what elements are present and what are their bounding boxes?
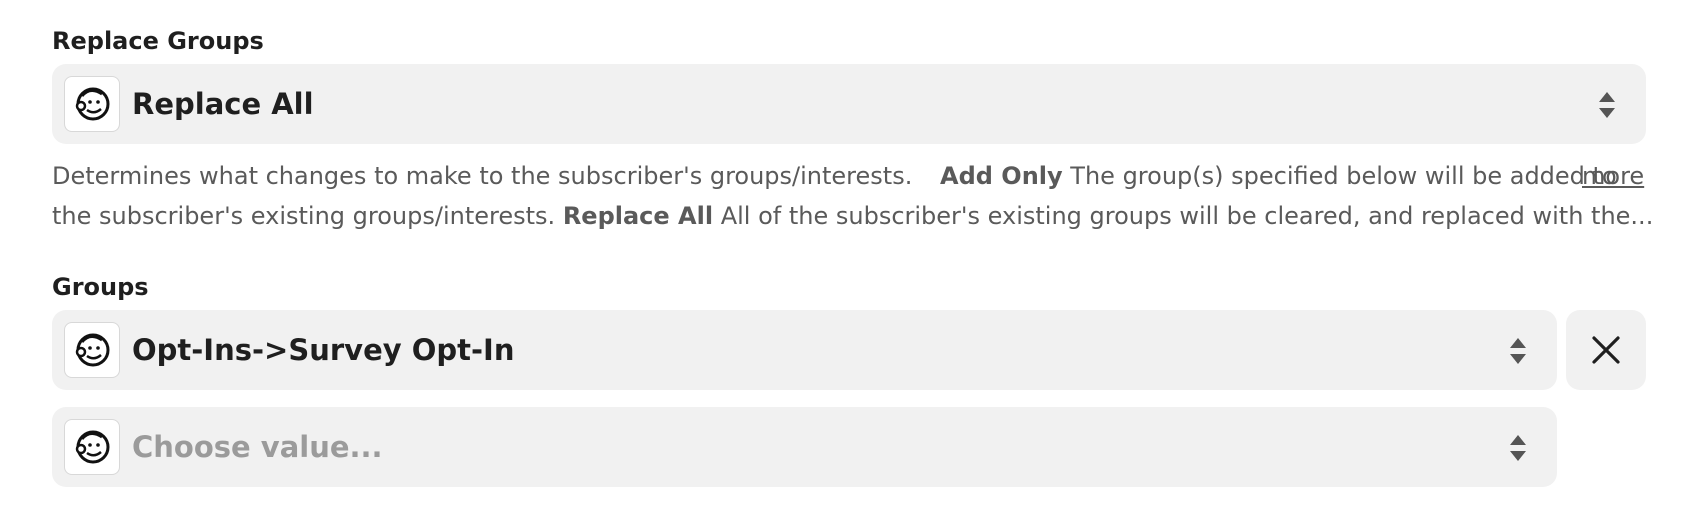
description-intro: Determines what changes to make to the s… <box>52 162 913 190</box>
replace-groups-value: Replace All <box>132 87 314 121</box>
description-option2-text: All of the subscriber's existing groups … <box>720 202 1654 230</box>
groups-select-new[interactable]: Choose value... <box>52 407 1557 487</box>
groups-select-1[interactable]: Opt-Ins->Survey Opt-In <box>52 310 1557 390</box>
groups-placeholder: Choose value... <box>132 430 383 464</box>
description-option1-text-cont: the subscriber's existing groups/interes… <box>52 202 556 230</box>
mailchimp-icon <box>64 76 120 132</box>
updown-arrows-icon <box>1509 336 1527 366</box>
description-option1-name: Add Only <box>940 162 1063 190</box>
mailchimp-icon <box>64 419 120 475</box>
remove-group-button[interactable] <box>1566 310 1646 390</box>
replace-groups-label: Replace Groups <box>52 27 264 55</box>
description-option2-name: Replace All <box>562 202 714 230</box>
replace-groups-select[interactable]: Replace All <box>52 64 1646 144</box>
mailchimp-icon <box>64 322 120 378</box>
more-link[interactable]: more <box>1582 156 1644 196</box>
groups-value-1: Opt-Ins->Survey Opt-In <box>132 333 515 367</box>
description-option1-text: The group(s) specified below will be add… <box>1070 162 1617 190</box>
groups-label: Groups <box>52 273 149 301</box>
close-icon <box>1592 336 1620 364</box>
updown-arrows-icon <box>1509 433 1527 463</box>
updown-arrows-icon <box>1598 90 1616 120</box>
replace-groups-description: Determines what changes to make to the s… <box>52 156 1653 236</box>
